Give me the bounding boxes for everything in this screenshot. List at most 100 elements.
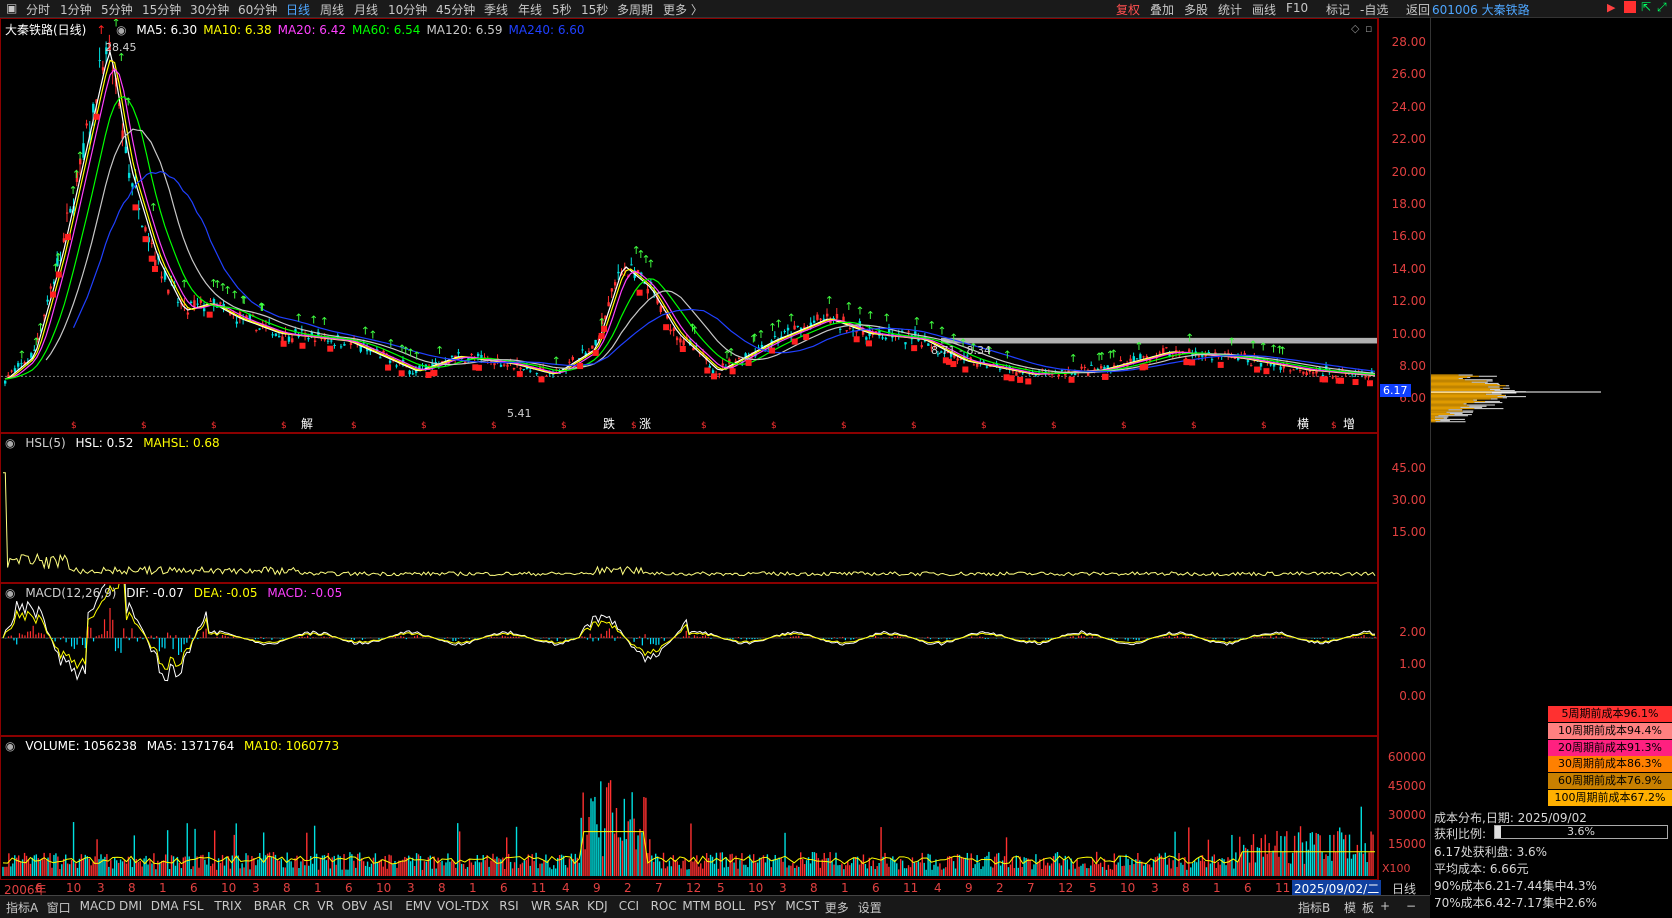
panel-button[interactable]: −	[1406, 899, 1416, 913]
toolbar-button[interactable]: 复权	[1116, 1, 1140, 18]
indicator-tab[interactable]: 指标A	[6, 899, 38, 916]
indicator-tab[interactable]: BRAR	[254, 899, 287, 913]
macd-legend: ◉ MACD(12,26,9) DIF: -0.07 DEA: -0.05 MA…	[5, 586, 343, 600]
sell-mark	[601, 325, 608, 332]
toolbar-button[interactable]: 多股	[1184, 1, 1208, 18]
period-tab[interactable]: 月线	[354, 1, 378, 18]
indicator-tab[interactable]: CCI	[619, 899, 639, 913]
date-tick: 3	[407, 881, 415, 895]
indicator-tab[interactable]: FSL	[183, 899, 204, 913]
toolbar-button[interactable]: 标记	[1326, 1, 1350, 18]
period-tab[interactable]: 10分钟	[388, 1, 427, 18]
indicator-tab[interactable]: MTM	[682, 899, 710, 913]
candlestick-chart[interactable]: ↑↑↑↑↑↑↑↑↑↑↑↑↑↑↑↑↑↑↑↑↑↑↑↑↑↑↑↑↑↑ ↑↑↑ ↑↑↑↑↑↑↑…	[1, 19, 1377, 432]
period-tab[interactable]: 60分钟	[238, 1, 277, 18]
indicator-tab[interactable]: 更多	[825, 899, 849, 916]
period-tab[interactable]: 30分钟	[190, 1, 229, 18]
sell-mark	[945, 358, 952, 365]
macd-panel[interactable]: ◉ MACD(12,26,9) DIF: -0.07 DEA: -0.05 MA…	[0, 583, 1378, 736]
toolbar-button[interactable]: 叠加	[1150, 1, 1174, 18]
indicator-tab[interactable]: 设置	[858, 899, 882, 916]
indicator-tab[interactable]: ROC	[651, 899, 677, 913]
diamond-icon[interactable]: ◇	[1351, 22, 1359, 35]
flag-icon[interactable]	[1624, 1, 1636, 13]
indicator-tab[interactable]: WR	[531, 899, 551, 913]
indicator-tab[interactable]: KDJ	[587, 899, 608, 913]
settings-icon[interactable]: ◉	[116, 23, 126, 37]
indicator-tab[interactable]: BOLL	[714, 899, 745, 913]
toolbar-button[interactable]: 画线	[1252, 1, 1276, 18]
period-tab[interactable]: 1分钟	[60, 1, 92, 18]
toolbar-button[interactable]: F10	[1286, 1, 1308, 15]
indicator-tab[interactable]: OBV	[342, 899, 368, 913]
indicator-tab[interactable]: EMV	[405, 899, 431, 913]
price-panel[interactable]: ↑ ↑ ↑ ↑ ↑ ↑ ↑ ↑ ↑ ↑ ↑ ↑ ↑ ↑ ↑ ↑ ↑ ↑ ↑ ↑ ↑ ↑ ↑ ↑ ↑ ↑ ↑ ↑ ↑ ↑ ↑ ↑ ↑ ↑ ↑ ↑ ↑ ↑ ↑ ↑…	[0, 18, 1378, 433]
candle-body	[457, 352, 460, 354]
date-tick: 1	[159, 881, 167, 895]
sell-mark	[729, 368, 736, 375]
indicator-tab[interactable]: DMI	[119, 899, 142, 913]
candle-body	[826, 313, 829, 317]
candle-body	[512, 367, 516, 370]
candle-body	[144, 227, 147, 232]
alert-icon[interactable]: ▶	[1607, 1, 1619, 14]
candle-body	[1096, 368, 1100, 370]
period-tab[interactable]: 45分钟	[436, 1, 475, 18]
dividend-mark: $	[351, 421, 357, 431]
candle-body	[1305, 372, 1308, 376]
panel-button[interactable]: +	[1380, 899, 1390, 913]
period-tab[interactable]: 更多 〉	[663, 1, 703, 18]
volume-panel[interactable]: ◉ VOLUME: 1056238 MA5: 1371764 MA10: 106…	[0, 736, 1378, 880]
panel-button[interactable]: 板	[1362, 899, 1374, 916]
date-tick: 1	[1213, 881, 1221, 895]
indicator-tab[interactable]: SAR	[555, 899, 579, 913]
candle-body	[291, 338, 294, 343]
indicator-tab[interactable]: MCST	[785, 899, 819, 913]
indicator-tab[interactable]: VR	[317, 899, 334, 913]
candle-body	[959, 358, 963, 360]
pin-icon[interactable]: ⇱	[1641, 0, 1651, 14]
indicator-tab[interactable]: RSI	[499, 899, 519, 913]
indicator-tab[interactable]: DMA	[151, 899, 179, 913]
date-tick: 10	[376, 881, 392, 895]
expand-icon[interactable]: ⤢	[1657, 0, 1667, 15]
period-tab[interactable]: 15秒	[581, 1, 608, 18]
layout-icon[interactable]: ▣	[6, 1, 17, 15]
period-tab[interactable]: 年线	[518, 1, 542, 18]
toolbar-button[interactable]: -自选	[1360, 1, 1388, 18]
candle-body	[503, 364, 506, 366]
period-tab[interactable]: 5秒	[552, 1, 572, 18]
sell-mark	[704, 367, 711, 374]
indicator-tab[interactable]: 窗口	[47, 899, 71, 916]
candle-body	[535, 373, 539, 375]
indicator-tab[interactable]: PSY	[754, 899, 776, 913]
indicator-tab[interactable]: VOL-TDX	[437, 899, 489, 913]
toolbar-button[interactable]: 统计	[1218, 1, 1242, 18]
indicator-tab[interactable]: ASI	[373, 899, 392, 913]
indicator-tab[interactable]: MACD	[80, 899, 116, 913]
indicator-tab[interactable]: TRIX	[214, 899, 241, 913]
dividend-mark: $	[491, 421, 497, 431]
period-tab[interactable]: 分时	[26, 1, 50, 18]
date-tick: 6	[345, 881, 353, 895]
period-tab[interactable]: 季线	[484, 1, 508, 18]
indicator-tab[interactable]: CR	[293, 899, 310, 913]
candle-body	[92, 103, 95, 113]
panel-button[interactable]: 指标B	[1298, 899, 1330, 916]
period-tab[interactable]: 5分钟	[101, 1, 133, 18]
period-tab[interactable]: 日线	[286, 1, 310, 18]
period-tab[interactable]: 多周期	[617, 1, 653, 18]
candle-body	[326, 340, 330, 342]
toolbar-button[interactable]: 返回	[1406, 1, 1430, 18]
hsl-panel[interactable]: ◉ HSL(5) HSL: 0.52 MAHSL: 0.68	[0, 433, 1378, 583]
candle-body	[349, 342, 353, 346]
panel-button[interactable]: 模	[1344, 899, 1356, 916]
window-icon[interactable]: ▫	[1365, 22, 1372, 35]
candle-body	[904, 342, 907, 345]
dividend-mark: $	[281, 421, 287, 431]
period-tab[interactable]: 周线	[320, 1, 344, 18]
buy-mark: ↑	[866, 309, 875, 322]
sell-mark	[93, 113, 100, 120]
period-tab[interactable]: 15分钟	[142, 1, 181, 18]
buy-mark: ↑	[1227, 335, 1236, 348]
